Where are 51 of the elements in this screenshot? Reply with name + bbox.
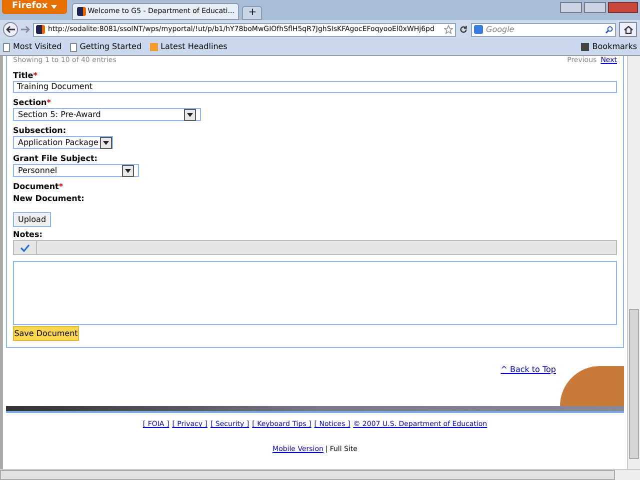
- field-label: Section*: [13, 97, 52, 108]
- google-logo-icon: [474, 25, 483, 34]
- dropdown-button[interactable]: [122, 164, 134, 176]
- caret-icon: [50, 5, 57, 9]
- field-label: Title*: [13, 70, 38, 81]
- bookmark-icon: [3, 42, 10, 52]
- dropdown-button[interactable]: [100, 136, 112, 148]
- field-label: Document*: [13, 181, 64, 192]
- home-icon: [624, 26, 632, 34]
- bookmarks-menu[interactable]: Bookmarks: [581, 41, 637, 53]
- site-favicon: [36, 25, 45, 34]
- back-to-top-link[interactable]: ^ Back to Top: [500, 364, 556, 376]
- field-label: Grant File Subject:: [13, 153, 98, 164]
- field-label: New Document:: [13, 193, 86, 204]
- caret-icon: [125, 168, 131, 172]
- required-mark: *: [46, 98, 51, 107]
- caret-icon: [103, 140, 110, 144]
- site-favicon: [76, 7, 86, 16]
- subsection-dropdown[interactable]: Application Package: [13, 136, 114, 149]
- new-tab-button[interactable]: +: [242, 6, 262, 20]
- upload-button[interactable]: Upload: [13, 212, 51, 227]
- bookmark-item[interactable]: Latest Headlines: [150, 41, 228, 53]
- search-field[interactable]: Google: [471, 22, 616, 36]
- forward-arrow-icon[interactable]: [21, 26, 30, 33]
- reload-icon[interactable]: [459, 25, 468, 34]
- caret-icon: [187, 112, 193, 116]
- bookmark-item[interactable]: Most Visited: [3, 41, 62, 53]
- classroom-photo-placeholder: [560, 366, 624, 406]
- required-mark: *: [58, 182, 64, 191]
- title-field[interactable]: Training Document: [13, 81, 617, 93]
- home-button[interactable]: [619, 22, 637, 37]
- section-dropdown[interactable]: Section 5: Pre-Award: [13, 108, 201, 121]
- spellcheck-icon: [20, 244, 30, 252]
- back-arrow-icon: [6, 26, 15, 33]
- required-mark: *: [33, 71, 38, 80]
- search-input[interactable]: Google: [486, 24, 602, 36]
- maximize-button[interactable]: [584, 2, 606, 13]
- bookmark-item[interactable]: Getting Started: [70, 41, 142, 53]
- star-icon[interactable]: [444, 25, 453, 34]
- dropdown-button[interactable]: [184, 108, 196, 120]
- search-icon[interactable]: [605, 26, 613, 34]
- close-button[interactable]: [608, 2, 638, 13]
- field-label: Notes:: [13, 229, 44, 240]
- bookmarks-icon: [581, 43, 590, 51]
- bookmark-icon: [70, 42, 77, 52]
- bookmark-icon: [150, 43, 158, 51]
- subject-dropdown[interactable]: Personnel: [13, 164, 139, 177]
- back-button[interactable]: [3, 22, 18, 37]
- field-label: Subsection:: [13, 125, 68, 136]
- minimize-button[interactable]: [560, 2, 582, 13]
- save-document-button[interactable]: Save Document: [13, 326, 79, 341]
